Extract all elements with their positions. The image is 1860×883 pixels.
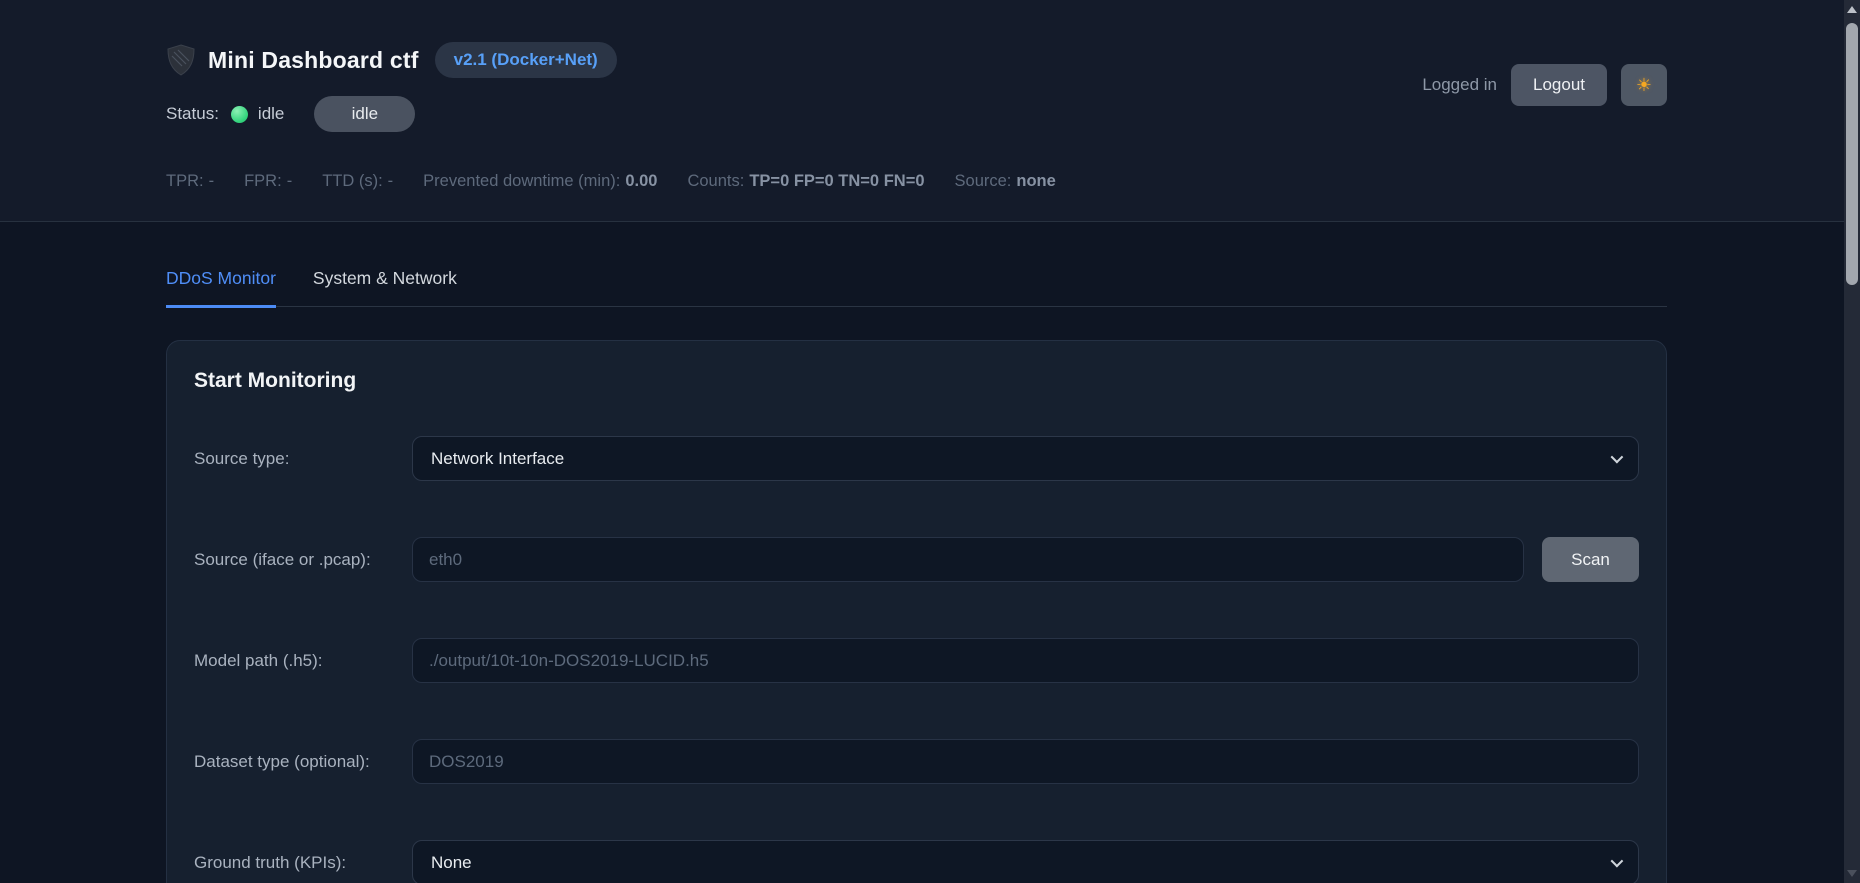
source-type-select-value: Network Interface — [431, 449, 564, 469]
model-path-input[interactable] — [412, 638, 1639, 683]
chevron-down-icon — [1611, 855, 1624, 868]
sun-icon: ☀ — [1636, 76, 1652, 94]
version-badge: v2.1 (Docker+Net) — [435, 42, 617, 78]
status-label: Status: — [166, 104, 219, 124]
status-row: Status: idle idle — [166, 96, 415, 132]
tab-system-network[interactable]: System & Network — [313, 268, 457, 306]
scrollbar-thumb[interactable] — [1846, 23, 1858, 285]
dataset-type-input[interactable] — [412, 739, 1639, 784]
panel-title: Start Monitoring — [194, 369, 1639, 393]
ground-truth-label: Ground truth (KPIs): — [194, 853, 412, 873]
status-dot-icon — [231, 106, 248, 123]
tab-bar: DDoS Monitor System & Network — [166, 268, 1667, 307]
theme-toggle-button[interactable]: ☀ — [1621, 64, 1667, 106]
form-row-model-path: Model path (.h5): — [194, 638, 1639, 683]
status-value: idle — [258, 104, 284, 124]
source-type-select[interactable]: Network Interface — [412, 436, 1639, 481]
ground-truth-select-value: None — [431, 853, 472, 873]
ground-truth-select[interactable]: None — [412, 840, 1639, 883]
metric-tpr: TPR:- — [166, 172, 214, 191]
form-row-dataset-type: Dataset type (optional): — [194, 739, 1639, 784]
source-input[interactable] — [412, 537, 1524, 582]
scan-button[interactable]: Scan — [1542, 537, 1639, 582]
scroll-down-icon[interactable] — [1847, 870, 1857, 877]
form-row-ground-truth: Ground truth (KPIs): None — [194, 840, 1639, 883]
logout-button[interactable]: Logout — [1511, 64, 1607, 106]
start-monitoring-panel: Start Monitoring Source type: Network In… — [166, 340, 1667, 883]
account-area: Logged in Logout ☀ — [1422, 64, 1667, 106]
form-row-source: Source (iface or .pcap): Scan — [194, 537, 1639, 582]
logged-in-label: Logged in — [1422, 75, 1497, 95]
source-label: Source (iface or .pcap): — [194, 550, 412, 570]
model-path-label: Model path (.h5): — [194, 651, 412, 671]
scroll-up-icon[interactable] — [1847, 6, 1857, 13]
dataset-type-label: Dataset type (optional): — [194, 752, 412, 772]
chevron-down-icon — [1611, 451, 1624, 464]
metric-source: Source:none — [955, 172, 1056, 191]
metric-fpr: FPR:- — [244, 172, 292, 191]
brand-row: Mini Dashboard ctf v2.1 (Docker+Net) — [166, 42, 617, 78]
shield-logo-icon — [166, 44, 196, 76]
vertical-scrollbar[interactable] — [1844, 0, 1860, 883]
page-title: Mini Dashboard ctf — [208, 47, 419, 74]
source-type-label: Source type: — [194, 449, 412, 469]
tab-ddos-monitor[interactable]: DDoS Monitor — [166, 268, 276, 308]
metrics-row: TPR:- FPR:- TTD (s):- Prevented downtime… — [166, 172, 1056, 191]
status-badge: idle — [314, 96, 415, 132]
header: Mini Dashboard ctf v2.1 (Docker+Net) Log… — [0, 0, 1860, 222]
metric-prevented-downtime: Prevented downtime (min):0.00 — [423, 172, 657, 191]
metric-counts: Counts:TP=0 FP=0 TN=0 FN=0 — [687, 172, 924, 191]
metric-ttd: TTD (s):- — [322, 172, 393, 191]
form-row-source-type: Source type: Network Interface — [194, 436, 1639, 481]
